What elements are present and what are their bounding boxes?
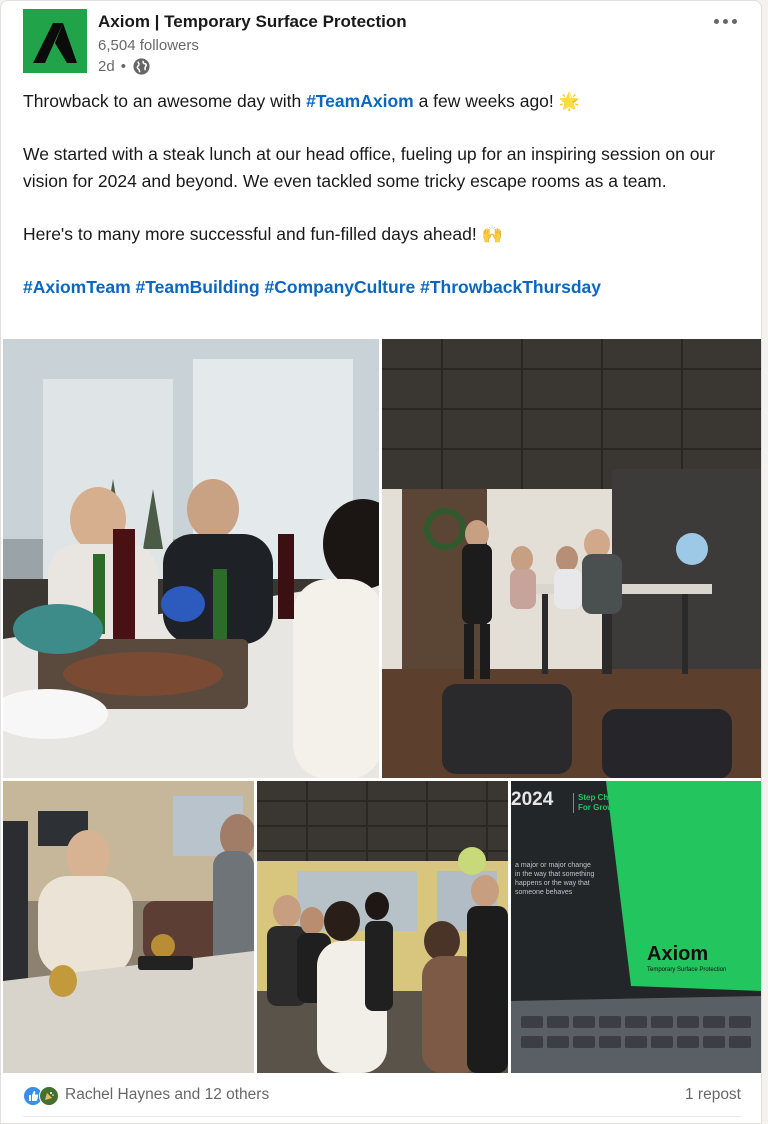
more-dot-icon: [713, 18, 719, 24]
celebrate-icon: [39, 1086, 59, 1106]
company-logo[interactable]: [23, 9, 87, 73]
photo-team-lounge[interactable]: [382, 339, 761, 778]
hashtag-throwbackthursday[interactable]: #ThrowbackThursday: [420, 277, 601, 297]
post-text-paragraph2: We started with a steak lunch at our hea…: [23, 144, 715, 191]
post-meta: 2d •: [98, 57, 151, 76]
follower-count: 6,504 followers: [98, 37, 199, 54]
reactions-summary[interactable]: Rachel Haynes and 12 others: [65, 1086, 269, 1104]
globe-icon: [132, 57, 151, 76]
tagline-line2: For Growth: [578, 803, 622, 812]
star-emoji: 🌟: [558, 92, 580, 111]
divider: [23, 1116, 741, 1117]
hashtag-companyculture[interactable]: #CompanyCulture: [265, 277, 416, 297]
definition-line: in the way that something: [515, 871, 595, 878]
photo-group-gathering[interactable]: [257, 781, 508, 1073]
photo-laptop-presentation[interactable]: 2024 Step Change For Growth a major or m…: [511, 781, 761, 1073]
company-name-link[interactable]: Axiom | Temporary Surface Protection: [98, 12, 407, 32]
repost-count[interactable]: 1 repost: [685, 1086, 741, 1104]
tagline-line1: Step Change: [578, 793, 627, 802]
hashtag-teamaxiom[interactable]: #TeamAxiom: [306, 91, 414, 111]
hashtag-line: #AxiomTeam #TeamBuilding #CompanyCulture…: [23, 274, 743, 301]
post-text-line1: Throwback to an awesome day with #TeamAx…: [23, 88, 743, 115]
hashtag-teambuilding[interactable]: #TeamBuilding: [136, 277, 260, 297]
photo-steak-lunch[interactable]: [3, 339, 379, 778]
laptop-slide-brand: Axiom: [647, 943, 709, 965]
more-dot-icon: [731, 18, 737, 24]
definition-line: someone behaves: [515, 889, 573, 896]
more-dot-icon: [722, 18, 728, 24]
separator-dot: •: [120, 58, 126, 75]
text-segment: Here's to many more successful and fun-f…: [23, 224, 482, 244]
text-segment: a few weeks ago!: [413, 91, 559, 111]
post-card: Axiom | Temporary Surface Protection 6,5…: [0, 0, 762, 1124]
photo-grid: 2024 Step Change For Growth a major or m…: [3, 339, 761, 1073]
laptop-slide-year: 2024: [511, 789, 554, 810]
laptop-slide-definition: a major or major change in the way that …: [515, 861, 594, 897]
laptop-slide-tagline: Step Change For Growth: [573, 793, 627, 813]
post-text: Throwback to an awesome day with #TeamAx…: [23, 88, 743, 301]
post-header: Axiom | Temporary Surface Protection 6,5…: [23, 9, 743, 76]
text-segment: Throwback to an awesome day with: [23, 91, 307, 111]
social-counts: Rachel Haynes and 12 others 1 repost: [23, 1083, 741, 1109]
raising-hands-emoji: 🙌: [481, 225, 503, 244]
axiom-logo-icon: [23, 9, 87, 73]
definition-line: happens or the way that: [515, 880, 590, 887]
post-text-paragraph3: Here's to many more successful and fun-f…: [23, 221, 743, 248]
photo-escape-room-table[interactable]: [3, 781, 254, 1073]
hashtag-axiomteam[interactable]: #AxiomTeam: [23, 277, 131, 297]
reaction-icons[interactable]: [23, 1086, 59, 1106]
post-time: 2d: [98, 58, 115, 75]
more-options-button[interactable]: [707, 9, 743, 33]
definition-line: a major or major change: [515, 862, 591, 869]
laptop-slide-brand-sub: Temporary Surface Protection: [647, 967, 727, 973]
